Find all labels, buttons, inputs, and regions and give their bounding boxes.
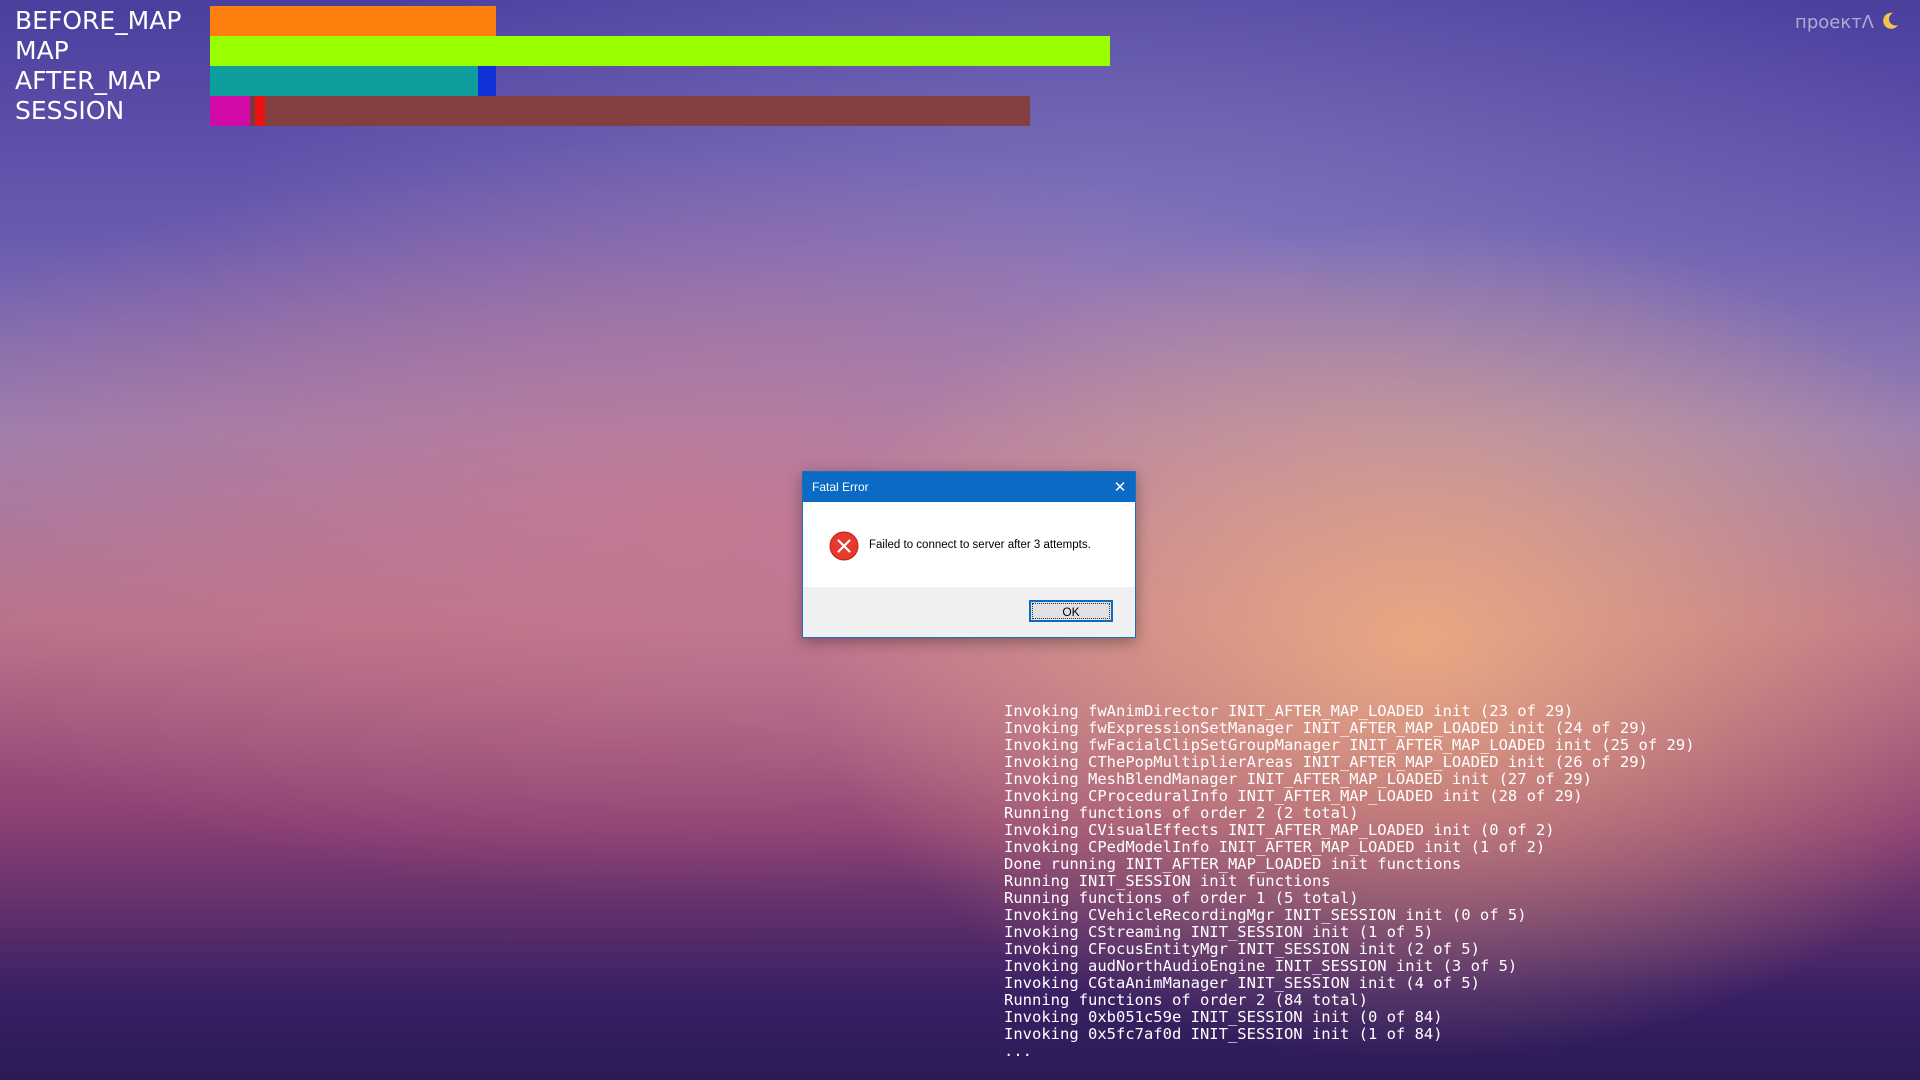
console-line: Running functions of order 2 (2 total)	[1004, 804, 1359, 822]
console-line: Invoking fwFacialClipSetGroupManager INI…	[1004, 736, 1695, 754]
console-line: Invoking fwExpressionSetManager INIT_AFT…	[1004, 719, 1648, 737]
loading-bar-fill	[210, 6, 496, 36]
loading-bar-label: MAP	[15, 36, 69, 65]
dialog-footer: OK	[803, 587, 1135, 637]
dialog-title: Fatal Error	[812, 480, 869, 494]
dialog-titlebar[interactable]: Fatal Error ✕	[803, 472, 1135, 502]
ok-button[interactable]: OK	[1029, 600, 1113, 622]
loading-bar-fill	[210, 36, 1110, 66]
console-line: Invoking audNorthAudioEngine INIT_SESSIO…	[1004, 957, 1518, 975]
moon-icon	[1880, 11, 1900, 34]
console-log: Invoking fwAnimDirector INIT_AFTER_MAP_L…	[1004, 703, 1695, 1060]
loading-bar-map: MAP	[0, 36, 1200, 66]
close-icon[interactable]: ✕	[1105, 472, 1135, 502]
console-line: Invoking CFocusEntityMgr INIT_SESSION in…	[1004, 940, 1480, 958]
fatal-error-dialog: Fatal Error ✕ Failed to connect to serve…	[802, 471, 1136, 638]
loading-bar-session: SESSION	[0, 96, 1200, 126]
loading-bar-fill	[210, 96, 250, 126]
console-line: Invoking CPedModelInfo INIT_AFTER_MAP_LO…	[1004, 838, 1546, 856]
console-line: Running functions of order 2 (84 total)	[1004, 991, 1368, 1009]
console-line: Invoking CStreaming INIT_SESSION init (1…	[1004, 923, 1434, 941]
loading-bar-fill	[477, 66, 496, 96]
console-line: Invoking CProceduralInfo INIT_AFTER_MAP_…	[1004, 787, 1583, 805]
loading-bar-label: SESSION	[15, 96, 125, 125]
error-icon	[829, 531, 859, 561]
console-line: Invoking CThePopMultiplierAreas INIT_AFT…	[1004, 753, 1648, 771]
loading-bar-before-map: BEFORE_MAP	[0, 6, 1200, 36]
loading-bar-after-map: AFTER_MAP	[0, 66, 1200, 96]
console-line: Running INIT_SESSION init functions	[1004, 872, 1331, 890]
console-line: Invoking CVisualEffects INIT_AFTER_MAP_L…	[1004, 821, 1555, 839]
loading-bar-label: AFTER_MAP	[15, 66, 161, 95]
brand-text: проектΛ	[1795, 11, 1874, 33]
console-line: Invoking 0x5fc7af0d INIT_SESSION init (1…	[1004, 1025, 1443, 1043]
dialog-message: Failed to connect to server after 3 atte…	[869, 539, 1091, 551]
console-line: Done running INIT_AFTER_MAP_LOADED init …	[1004, 855, 1462, 873]
loading-bar-fill	[210, 66, 478, 96]
console-line: ...	[1004, 1042, 1032, 1060]
brand-logo: проектΛ	[1795, 8, 1900, 36]
console-line: Invoking CGtaAnimManager INIT_SESSION in…	[1004, 974, 1480, 992]
console-line: Invoking 0xb051c59e INIT_SESSION init (0…	[1004, 1008, 1443, 1026]
console-line: Invoking fwAnimDirector INIT_AFTER_MAP_L…	[1004, 702, 1574, 720]
loading-bar-label: BEFORE_MAP	[15, 6, 182, 35]
console-line: Running functions of order 1 (5 total)	[1004, 889, 1359, 907]
console-line: Invoking CVehicleRecordingMgr INIT_SESSI…	[1004, 906, 1527, 924]
console-line: Invoking MeshBlendManager INIT_AFTER_MAP…	[1004, 770, 1592, 788]
loading-bar-fill	[265, 96, 1030, 126]
dialog-body: Failed to connect to server after 3 atte…	[803, 502, 1135, 587]
loading-bar-fill	[255, 96, 265, 126]
